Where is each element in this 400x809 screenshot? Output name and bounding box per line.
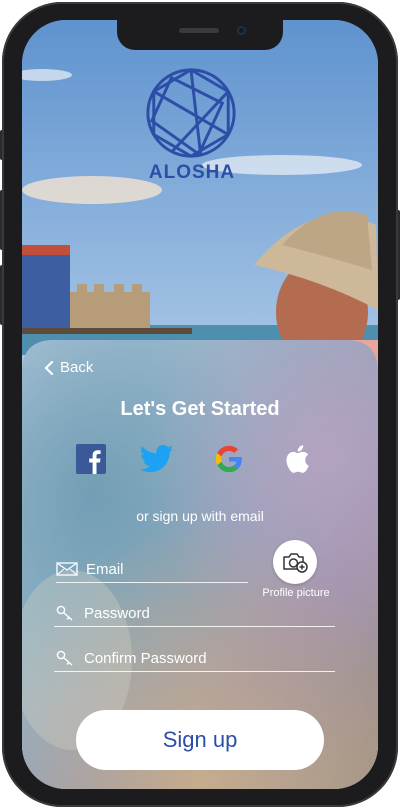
sign-up-button[interactable]: Sign up — [76, 710, 324, 770]
chevron-left-icon — [44, 360, 54, 375]
facebook-icon — [76, 444, 106, 474]
apple-button[interactable] — [280, 442, 314, 476]
google-icon — [215, 445, 242, 473]
twitter-button[interactable] — [140, 442, 174, 476]
phone-device: ALOSHA Back Let's Get Started or sign up… — [0, 0, 400, 809]
profile-picture-button[interactable] — [273, 540, 317, 584]
password-field[interactable]: Password — [54, 600, 335, 627]
google-button[interactable] — [212, 442, 246, 476]
email-label: Email — [86, 560, 124, 578]
key-icon — [54, 650, 76, 666]
add-photo-camera-icon — [283, 553, 308, 573]
confirm-password-label: Confirm Password — [84, 649, 207, 667]
page-title: Let's Get Started — [120, 398, 280, 420]
envelope-icon — [56, 561, 78, 577]
email-field[interactable]: Email — [56, 556, 248, 583]
key-icon — [54, 605, 76, 621]
profile-picture-label: Profile picture — [262, 587, 330, 599]
twitter-icon — [140, 444, 174, 473]
email-divider-text: or sign up with email — [136, 508, 264, 524]
confirm-password-field[interactable]: Confirm Password — [54, 645, 335, 672]
signup-screen: Back Let's Get Started or sign up with e… — [22, 20, 378, 789]
back-button[interactable]: Back — [44, 359, 93, 376]
password-label: Password — [84, 604, 150, 622]
facebook-button[interactable] — [74, 442, 108, 476]
back-label: Back — [60, 359, 94, 376]
apple-icon — [286, 445, 309, 473]
